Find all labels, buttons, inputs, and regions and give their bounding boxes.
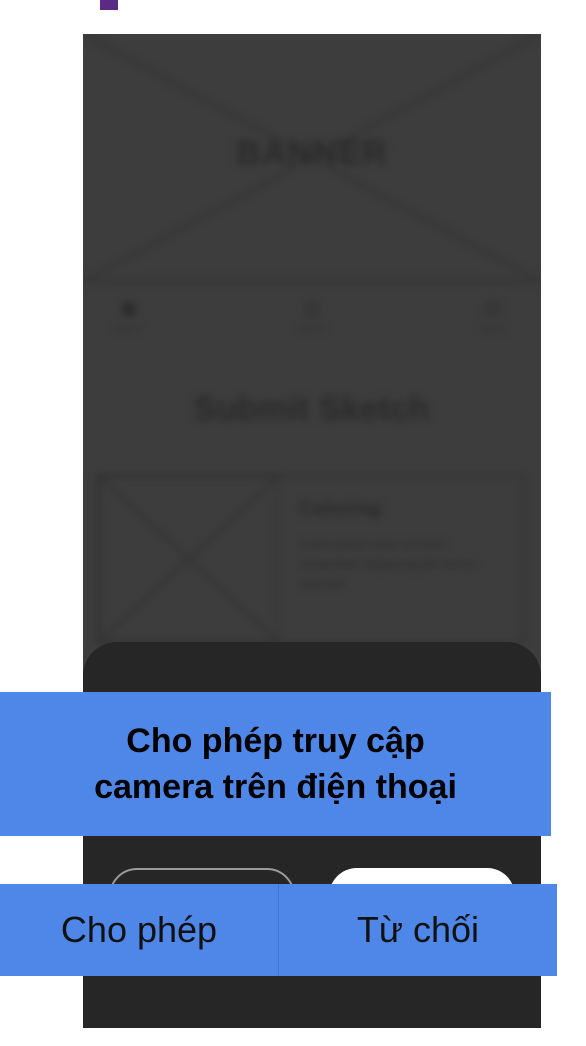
menu-row: Item 1 Item 2 Item 3 (83, 302, 541, 352)
phone-screen: BANNER Item 1 Item 2 Item 3 Submit Sketc… (83, 34, 541, 1028)
card-image-placeholder (99, 476, 279, 643)
menu-item-1[interactable]: Item 1 (99, 302, 159, 334)
card-text: Lorem ipsum dolor sit amet consectetur a… (299, 537, 476, 591)
section-title: Submit Sketch (193, 390, 431, 428)
circle-icon (305, 302, 319, 316)
permission-message: Cho phép truy cập camera trên điện thoại (0, 692, 551, 836)
permission-message-line1: Cho phép truy cập (126, 722, 425, 760)
menu-item-3[interactable]: Item 3 (463, 302, 523, 334)
menu-item-label: Item 2 (299, 324, 325, 334)
home-icon (122, 302, 136, 316)
menu-item-2[interactable]: Item 2 (282, 302, 342, 334)
allow-button[interactable]: Cho phép (0, 884, 279, 976)
banner-placeholder: BANNER (83, 34, 541, 282)
top-accent-bar (100, 0, 118, 10)
menu-item-label: Item 3 (480, 324, 506, 334)
banner-label: BANNER (236, 134, 388, 172)
card-title: Coloring (299, 498, 382, 520)
sketch-card[interactable]: Coloring Lorem ipsum dolor sit amet cons… (97, 474, 525, 644)
deny-button[interactable]: Từ chối (279, 884, 557, 976)
circle-icon (486, 302, 500, 316)
permission-message-line2: camera trên điện thoại (94, 768, 457, 806)
menu-item-label: Item 1 (116, 324, 142, 334)
permission-actions: Cho phép Từ chối (0, 884, 557, 976)
